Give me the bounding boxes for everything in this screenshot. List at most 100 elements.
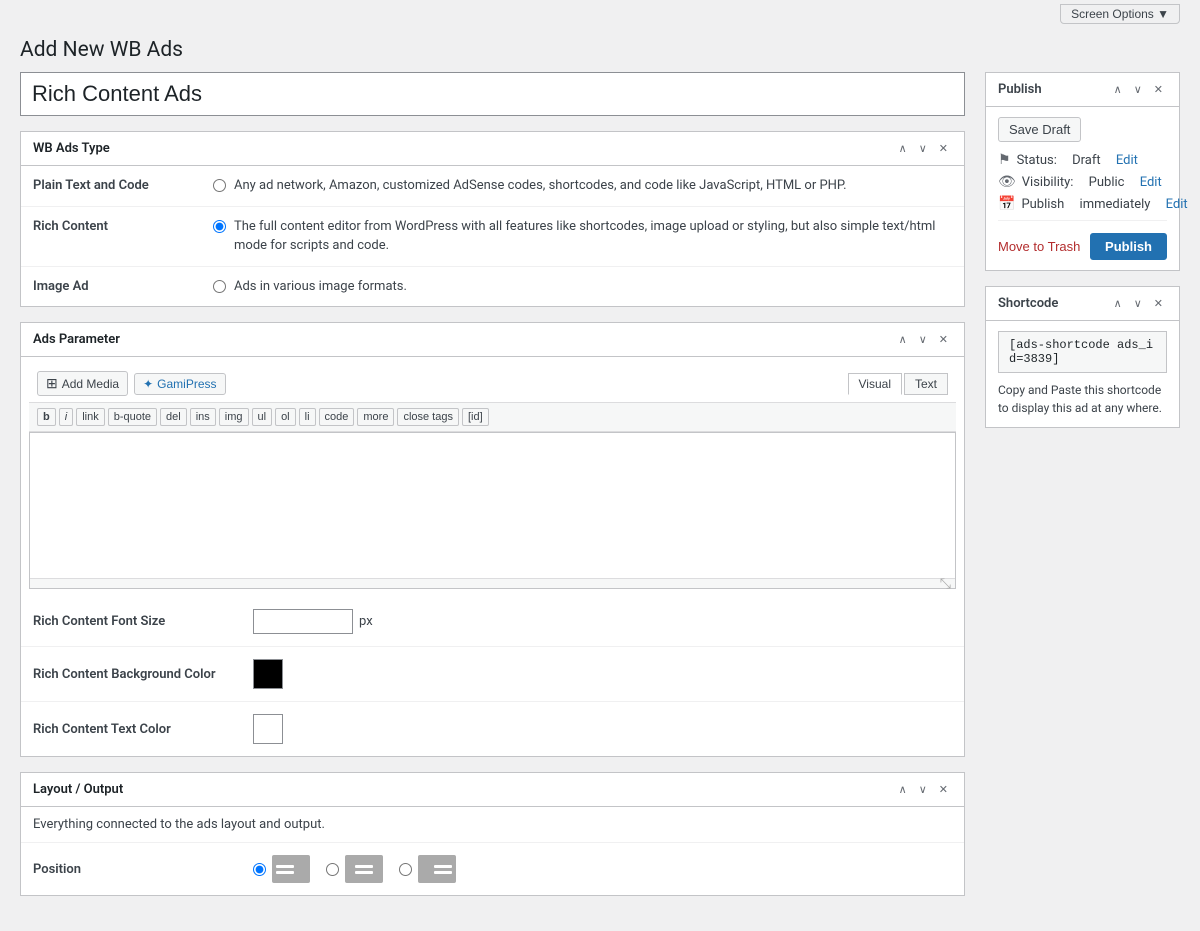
ads-type-plain-text-row: Plain Text and Code Any ad network, Amaz… — [21, 166, 964, 207]
ads-param-collapse-up[interactable]: ∧ — [895, 331, 911, 348]
fmt-ins[interactable]: ins — [190, 408, 216, 426]
fmt-code[interactable]: code — [319, 408, 355, 426]
fmt-li[interactable]: li — [299, 408, 316, 426]
post-title-input[interactable] — [20, 72, 965, 116]
ads-type-rich-content-radio[interactable] — [213, 220, 226, 233]
position-right-radio[interactable] — [399, 863, 412, 876]
position-label: Position — [33, 862, 253, 877]
ads-parameter-metabox: Ads Parameter ∧ ∨ ✕ ⊞ Add Media — [20, 322, 965, 757]
wb-ads-type-title: WB Ads Type — [33, 141, 110, 156]
bg-color-value — [253, 659, 952, 689]
status-label: Status: — [1017, 153, 1057, 168]
ads-type-plain-text-radio[interactable] — [213, 179, 226, 192]
publish-button[interactable]: Publish — [1090, 233, 1167, 260]
fmt-ol[interactable]: ol — [275, 408, 296, 426]
gamipress-button[interactable]: ✦ GamiPress — [134, 373, 225, 395]
move-to-trash-button[interactable]: Move to Trash — [998, 239, 1080, 254]
ads-parameter-header: Ads Parameter ∧ ∨ ✕ — [21, 323, 964, 357]
ads-type-rich-content-desc: The full content editor from WordPress w… — [213, 217, 952, 256]
fmt-b-quote[interactable]: b-quote — [108, 408, 157, 426]
position-center-option[interactable] — [326, 855, 383, 883]
fmt-link[interactable]: link — [76, 408, 105, 426]
screen-options-button[interactable]: Screen Options ▼ — [1060, 4, 1180, 24]
shortcode-box-title: Shortcode — [998, 296, 1058, 311]
content-area: WB Ads Type ∧ ∨ ✕ Plain Text and Code An… — [20, 72, 965, 911]
ads-param-collapse-down[interactable]: ∨ — [915, 331, 931, 348]
text-color-label: Rich Content Text Color — [33, 722, 253, 737]
visibility-edit-link[interactable]: Edit — [1140, 175, 1162, 190]
shortcode-help: Copy and Paste this shortcode to display… — [998, 381, 1167, 417]
status-edit-link[interactable]: Edit — [1116, 153, 1138, 168]
ads-type-rich-content-row: Rich Content The full content editor fro… — [21, 207, 964, 267]
publish-box-header: Publish ∧ ∨ ✕ — [986, 73, 1179, 107]
layout-output-title: Layout / Output — [33, 782, 123, 797]
resize-icon: ⤡ — [940, 576, 951, 592]
shortcode-box-body: [ads-shortcode ads_id=3839] Copy and Pas… — [986, 321, 1179, 427]
layout-collapse-down[interactable]: ∨ — [915, 781, 931, 798]
bg-color-label: Rich Content Background Color — [33, 667, 253, 682]
editor-textarea[interactable] — [30, 433, 955, 578]
font-size-value: px — [253, 609, 952, 634]
ads-type-rich-content-label: Rich Content — [33, 217, 213, 234]
ads-param-close[interactable]: ✕ — [935, 331, 952, 348]
fmt-i[interactable]: i — [59, 408, 73, 426]
gamipress-icon: ✦ — [143, 377, 153, 391]
format-toolbar: b i link b-quote del ins img ul ol li co… — [29, 403, 956, 432]
metabox-controls: ∧ ∨ ✕ — [895, 140, 952, 157]
layout-intro: Everything connected to the ads layout a… — [21, 807, 964, 843]
publish-time-label: Publish — [1021, 197, 1064, 212]
publish-time-edit-link[interactable]: Edit — [1166, 197, 1188, 212]
position-left-option[interactable] — [253, 855, 310, 883]
position-row: Position — [21, 843, 964, 895]
publish-collapse-up[interactable]: ∧ — [1110, 81, 1126, 98]
fmt-id[interactable]: [id] — [462, 408, 489, 426]
layout-close[interactable]: ✕ — [935, 781, 952, 798]
save-draft-button[interactable]: Save Draft — [998, 117, 1081, 142]
metabox-collapse-down[interactable]: ∨ — [915, 140, 931, 157]
ads-parameter-body: ⊞ Add Media ✦ GamiPress Visual Text — [21, 357, 964, 597]
wb-ads-type-metabox: WB Ads Type ∧ ∨ ✕ Plain Text and Code An… — [20, 131, 965, 307]
position-right-option[interactable] — [399, 855, 456, 883]
position-left-radio[interactable] — [253, 863, 266, 876]
shortcode-collapse-up[interactable]: ∧ — [1110, 295, 1126, 312]
publish-footer: Move to Trash Publish — [998, 229, 1167, 260]
editor-tabs: Visual Text — [848, 373, 948, 395]
visibility-icon: 👁 — [998, 174, 1016, 190]
shortcode-collapse-down[interactable]: ∨ — [1130, 295, 1146, 312]
ads-type-image-ad-radio[interactable] — [213, 280, 226, 293]
publish-box-controls: ∧ ∨ ✕ — [1110, 81, 1167, 98]
text-tab[interactable]: Text — [904, 373, 948, 395]
editor-resize-handle[interactable]: ⤡ — [30, 578, 955, 588]
visual-tab[interactable]: Visual — [848, 373, 902, 395]
publish-close[interactable]: ✕ — [1150, 81, 1167, 98]
position-center-radio[interactable] — [326, 863, 339, 876]
visibility-row: 👁 Visibility: Public Edit — [998, 174, 1167, 190]
text-color-swatch[interactable] — [253, 714, 283, 744]
ads-type-plain-text-desc: Any ad network, Amazon, customized AdSen… — [213, 176, 952, 196]
fmt-del[interactable]: del — [160, 408, 187, 426]
ads-type-image-ad-desc: Ads in various image formats. — [213, 277, 952, 297]
font-size-label: Rich Content Font Size — [33, 614, 253, 629]
fmt-close-tags[interactable]: close tags — [397, 408, 459, 426]
text-color-row: Rich Content Text Color — [21, 702, 964, 756]
bg-color-swatch[interactable] — [253, 659, 283, 689]
shortcode-close[interactable]: ✕ — [1150, 295, 1167, 312]
add-media-button[interactable]: ⊞ Add Media — [37, 371, 128, 396]
add-media-icon: ⊞ — [46, 375, 58, 392]
metabox-collapse-up[interactable]: ∧ — [895, 140, 911, 157]
fmt-img[interactable]: img — [219, 408, 249, 426]
text-color-value — [253, 714, 952, 744]
font-size-suffix: px — [359, 614, 373, 629]
fmt-b[interactable]: b — [37, 408, 56, 426]
font-size-input[interactable] — [253, 609, 353, 634]
shortcode-box-controls: ∧ ∨ ✕ — [1110, 295, 1167, 312]
ads-type-image-ad-text: Ads in various image formats. — [234, 277, 407, 297]
layout-collapse-up[interactable]: ∧ — [895, 781, 911, 798]
fmt-ul[interactable]: ul — [252, 408, 273, 426]
metabox-close[interactable]: ✕ — [935, 140, 952, 157]
fmt-more[interactable]: more — [357, 408, 394, 426]
publish-collapse-down[interactable]: ∨ — [1130, 81, 1146, 98]
font-size-row: Rich Content Font Size px — [21, 597, 964, 647]
editor-wrapper: ⤡ — [29, 432, 956, 589]
publish-box-body: Save Draft ⚑ Status: Draft Edit 👁 Visibi… — [986, 107, 1179, 270]
